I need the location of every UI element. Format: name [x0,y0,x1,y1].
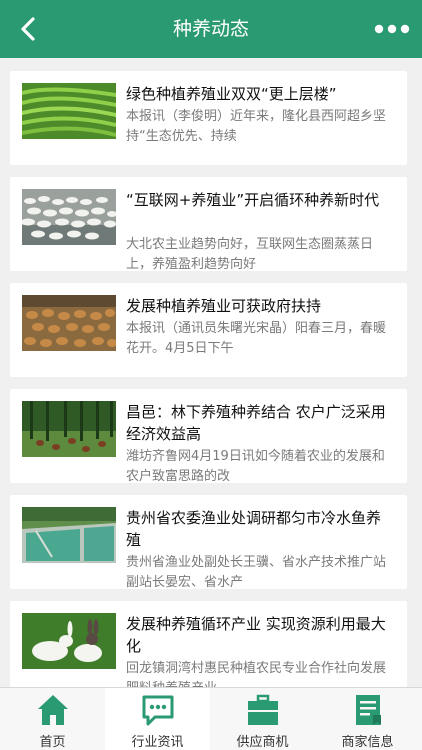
app-header: 种养动态 [0,0,422,58]
article-title[interactable]: “互联网+养殖业”开启循环种养新时代 [126,189,395,233]
home-icon [37,695,68,725]
article-card[interactable]: 贵州省农委渔业处调研都匀市冷水鱼养殖 贵州省渔业处副处长王骥、省水产技术推广站副… [10,495,407,589]
chat-icon [142,695,173,726]
tea-terraces-thumbnail [22,83,116,139]
tab-merchants[interactable]: 商家信息 [315,688,420,750]
article-title[interactable]: 昌邑：林下养殖种养结合 农户广泛采用经济效益高 [126,401,395,445]
forest-chickens-thumbnail [22,401,116,457]
tab-supply[interactable]: 供应商机 [210,688,315,750]
more-options-icon[interactable] [372,16,412,42]
tab-home[interactable]: 首页 [0,688,105,750]
briefcase-icon [247,694,278,725]
article-title[interactable]: 绿色种植养殖业双双“更上层楼” [126,83,395,105]
article-summary: 本报讯（通讯员朱曙光宋晶）阳春三月，春暖花开。4月5日下午 [126,321,387,356]
bottom-tab-bar: 首页 行业资讯 供应商机 商家信息 [0,687,422,750]
tab-label: 行业资讯 [131,735,184,750]
article-card[interactable]: “互联网+养殖业”开启循环种养新时代 大北农主业趋势向好，互联网生态圈蒸蒸日上，… [10,177,407,271]
goose-flock-thumbnail [22,189,116,245]
fish-ponds-thumbnail [22,507,116,563]
article-summary: 大北农主业趋势向好，互联网生态圈蒸蒸日上，养殖盈利趋势向好 [126,237,374,271]
article-title[interactable]: 发展种植养殖业可获政府扶持 [126,295,395,317]
article-title[interactable]: 发展种养殖循环产业 实现资源利用最大化 [126,613,395,657]
article-title[interactable]: 贵州省农委渔业处调研都匀市冷水鱼养殖 [126,507,395,551]
article-summary: 贵州省渔业处副处长王骥、省水产技术推广站副站长晏宏、省水产 [126,555,387,589]
tab-industry-news[interactable]: 行业资讯 [105,688,210,750]
tab-label: 首页 [39,735,66,750]
article-card[interactable]: 发展种植养殖业可获政府扶持 本报讯（通讯员朱曙光宋晶）阳春三月，春暖花开。4月5… [10,283,407,377]
article-summary: 本报讯（李俊明）近年来，隆化县西阿超乡坚持“生态优先、持续 [126,109,387,144]
page-title: 种养动态 [172,18,249,40]
article-summary: 潍坊齐鲁网4月19日讯如今随着农业的发展和农户致富思路的改 [126,449,385,483]
document-icon [355,695,381,725]
tab-label: 供应商机 [236,735,289,750]
article-card[interactable]: 发展种养殖循环产业 实现资源利用最大化 回龙镇洞湾村惠民种植农民专业合作社向发展… [10,601,407,695]
article-card[interactable]: 昌邑：林下养殖种养结合 农户广泛采用经济效益高 潍坊齐鲁网4月19日讯如今随着农… [10,389,407,483]
article-card[interactable]: 绿色种植养殖业双双“更上层楼” 本报讯（李俊明）近年来，隆化县西阿超乡坚持“生态… [10,71,407,165]
tab-label: 商家信息 [341,735,394,750]
duck-farm-thumbnail [22,295,116,351]
rabbits-thumbnail [22,613,116,669]
